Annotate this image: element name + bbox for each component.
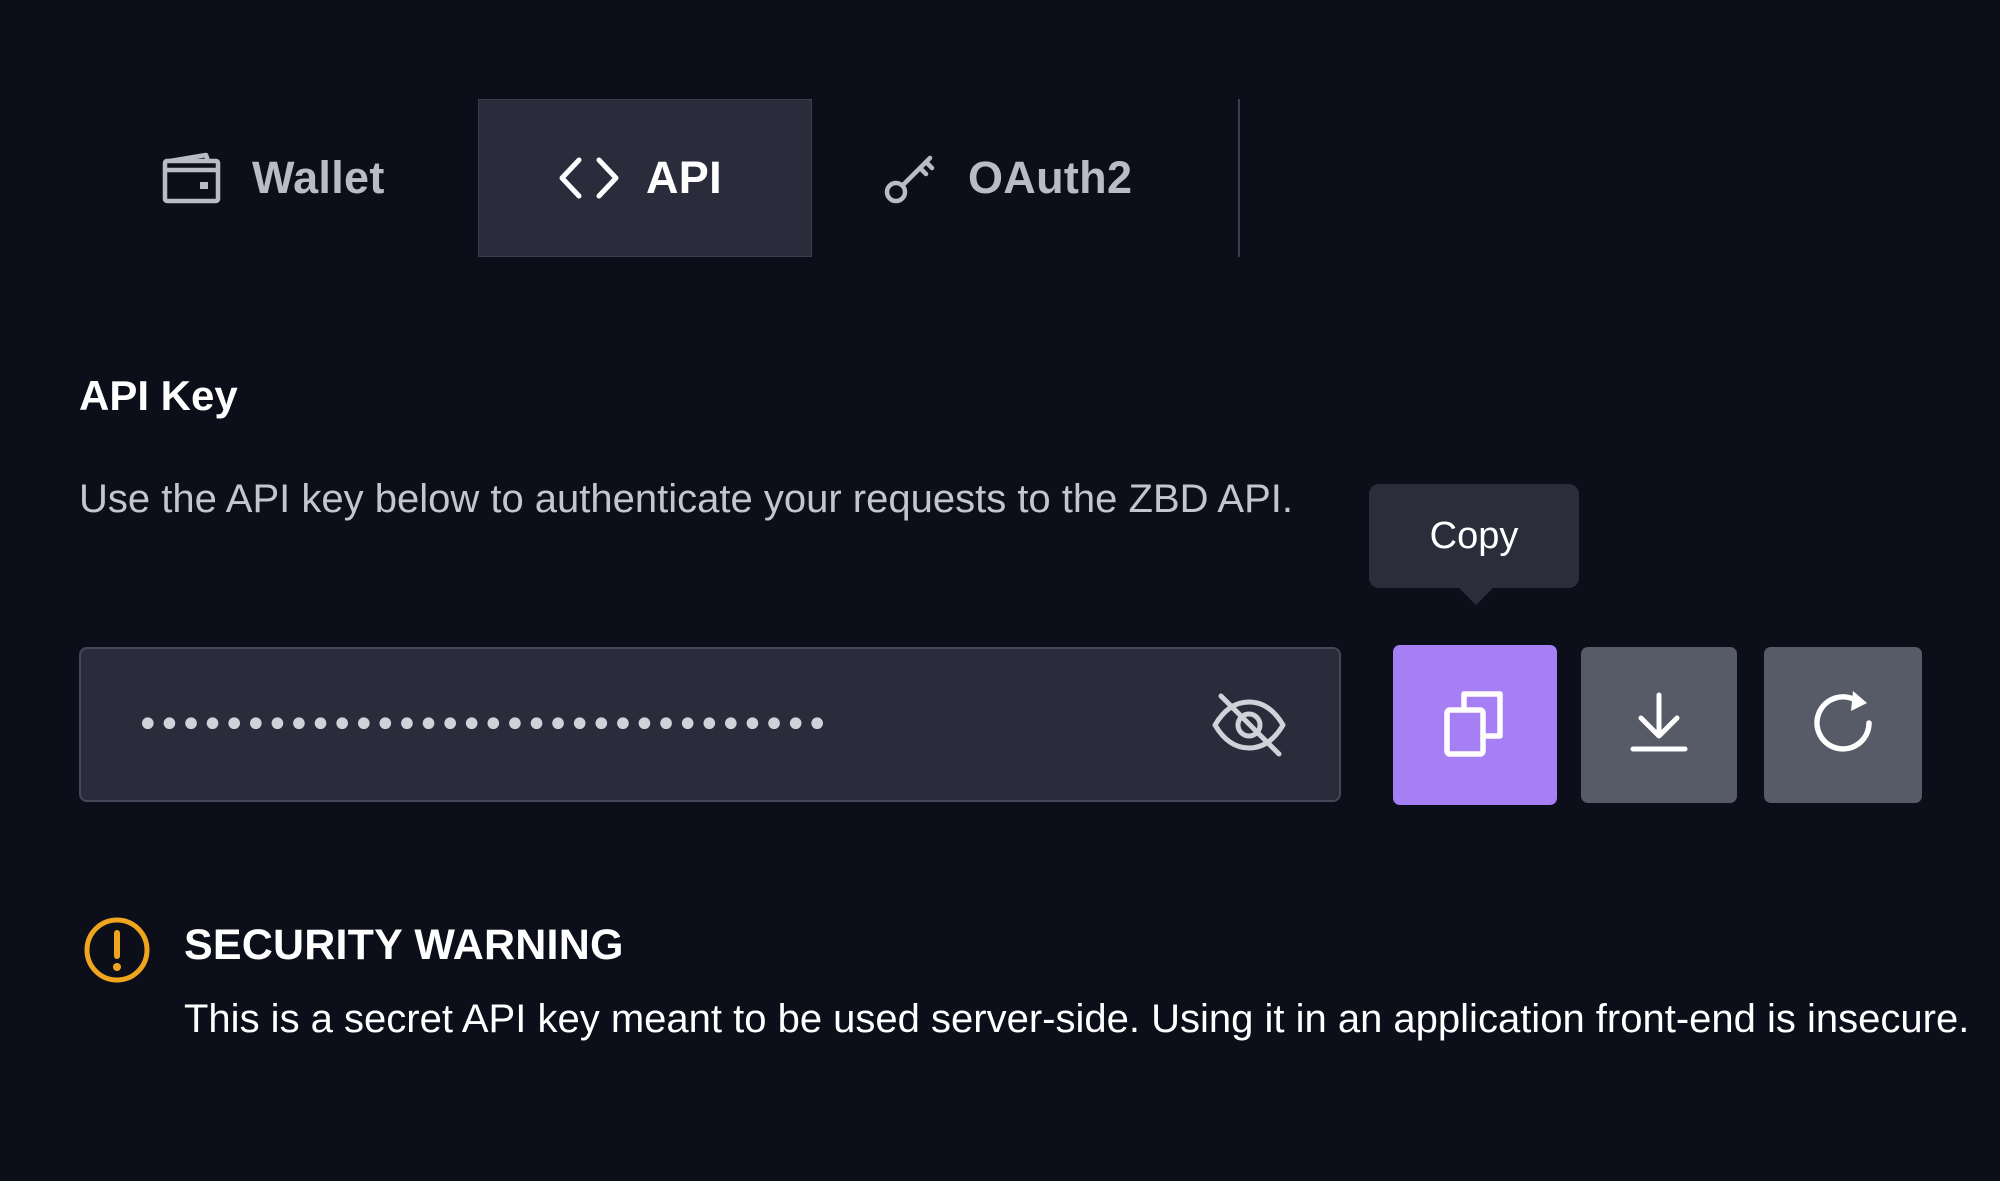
api-settings-page: Wallet API OAuth2 API Key Use the API ke… — [0, 0, 2000, 1181]
copy-icon — [1442, 688, 1508, 763]
api-key-field[interactable]: •••••••••••••••••••••••••••••••• — [79, 647, 1341, 802]
api-key-description: Use the API key below to authenticate yo… — [79, 477, 1294, 521]
key-icon — [882, 150, 938, 206]
tab-wallet[interactable]: Wallet — [130, 99, 478, 257]
code-icon — [557, 148, 621, 208]
warning-title: SECURITY WARNING — [184, 921, 624, 969]
download-button[interactable] — [1581, 647, 1737, 803]
warning-text: This is a secret API key meant to be use… — [184, 997, 1970, 1041]
tab-bar: Wallet API OAuth2 — [130, 99, 1242, 257]
tab-oauth2[interactable]: OAuth2 — [812, 99, 1240, 257]
copy-tooltip: Copy — [1369, 484, 1579, 588]
alert-circle-icon — [83, 916, 151, 984]
api-key-title: API Key — [79, 372, 238, 419]
tab-api-label: API — [646, 152, 722, 203]
tab-oauth2-label: OAuth2 — [968, 152, 1133, 203]
wallet-icon — [162, 148, 222, 208]
api-key-value[interactable]: •••••••••••••••••••••••••••••••• — [81, 702, 1204, 748]
copy-button[interactable] — [1393, 645, 1557, 805]
tab-wallet-label: Wallet — [252, 152, 385, 203]
refresh-button[interactable] — [1764, 647, 1922, 803]
download-icon — [1627, 691, 1691, 760]
tab-api[interactable]: API — [478, 99, 812, 257]
eye-off-icon[interactable] — [1204, 680, 1294, 770]
tooltip-arrow — [1458, 587, 1494, 605]
refresh-icon — [1807, 687, 1879, 764]
